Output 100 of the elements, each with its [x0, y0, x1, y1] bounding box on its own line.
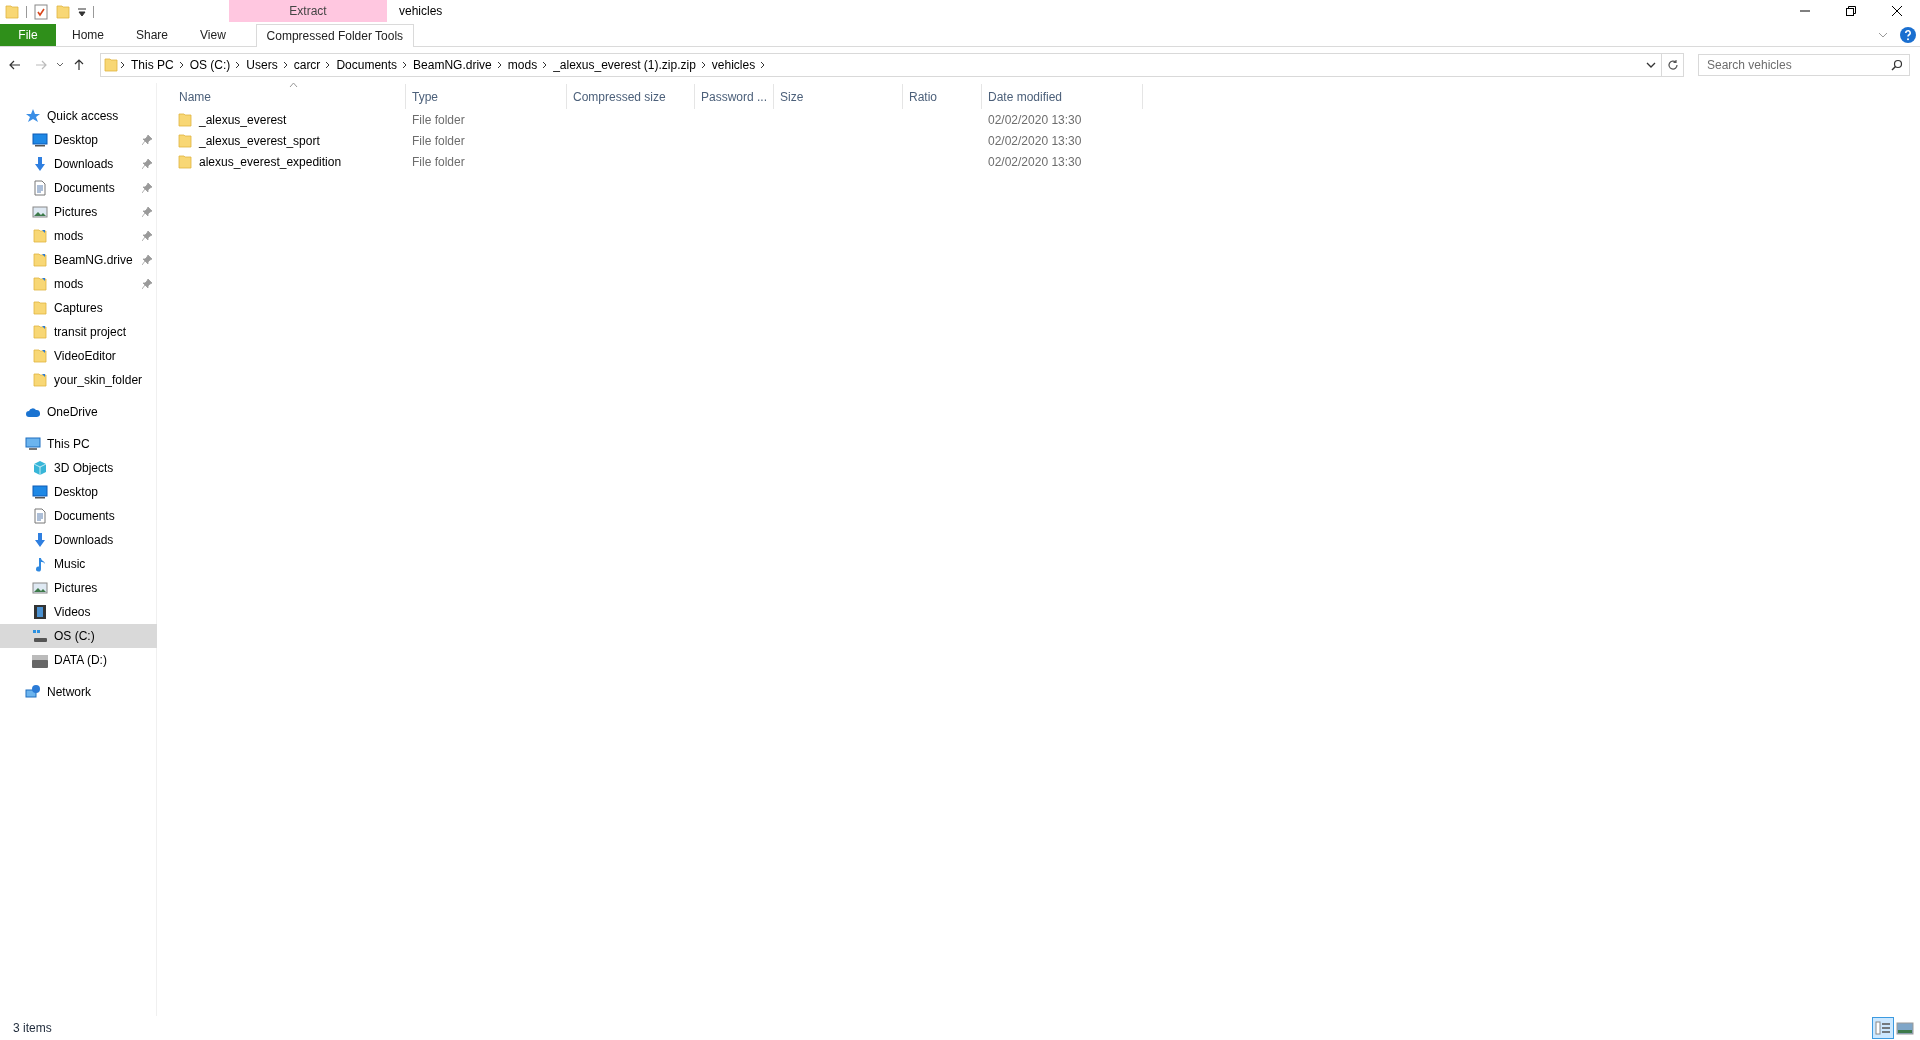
context-tab-label: Extract: [229, 0, 387, 22]
nav-item[interactable]: Network: [0, 680, 157, 704]
breadcrumb[interactable]: mods: [503, 58, 542, 72]
folder-icon: [177, 132, 193, 149]
table-cell-text: 02/02/2020 13:30: [987, 154, 1083, 169]
nav-item[interactable]: Pictures: [0, 200, 157, 224]
pin-icon: [142, 207, 152, 217]
nav-item[interactable]: VideoEditor: [0, 344, 157, 368]
chevron-down-icon[interactable]: [56, 61, 64, 69]
column-header[interactable]: Size: [774, 84, 903, 109]
file-name[interactable]: _alexus_everest: [199, 112, 287, 127]
pin-icon: [142, 135, 152, 145]
nav-item[interactable]: mods: [0, 224, 157, 248]
chevron-right-icon: [699, 61, 708, 69]
ribbon-tab[interactable]: File: [0, 24, 56, 46]
column-header[interactable]: Type: [406, 84, 567, 109]
nav-item[interactable]: Desktop: [0, 480, 157, 504]
nav-item[interactable]: 3D Objects: [0, 456, 157, 480]
down-arrow-icon: [32, 156, 48, 172]
ribbon-tab[interactable]: Compressed Folder Tools: [255, 24, 414, 47]
file-name[interactable]: _alexus_everest_sport: [199, 133, 320, 148]
pin-icon: [142, 159, 152, 169]
column-header[interactable]: Name: [173, 84, 406, 109]
folder-icon: [32, 348, 48, 364]
drive-icon: [32, 628, 48, 644]
ribbon-tab[interactable]: Share: [120, 24, 185, 46]
chevron-right-icon: [495, 61, 504, 69]
nav-item[interactable]: This PC: [0, 432, 157, 456]
nav-item[interactable]: Downloads: [0, 152, 157, 176]
nav-item[interactable]: Quick access: [0, 104, 157, 128]
breadcrumb[interactable]: carcr: [289, 58, 325, 72]
forward-arrow-icon: [35, 59, 47, 71]
folder-icon: [4, 4, 20, 20]
folder-icon: [32, 300, 48, 316]
breadcrumb[interactable]: OS (C:): [185, 58, 235, 72]
folder-icon: [32, 324, 48, 340]
monitor-icon: [32, 484, 48, 500]
star-icon: [25, 108, 41, 124]
pin-icon: [142, 255, 152, 265]
column-header[interactable]: Ratio: [903, 84, 982, 109]
nav-item[interactable]: Documents: [0, 176, 157, 200]
folder-icon: [32, 252, 48, 268]
nav-item[interactable]: Desktop: [0, 128, 157, 152]
folder-icon: [32, 372, 48, 388]
breadcrumb[interactable]: BeamNG.drive: [409, 58, 496, 72]
film-icon: [32, 604, 48, 620]
breadcrumb[interactable]: This PC: [127, 58, 178, 72]
restore-icon: [1846, 6, 1856, 16]
item-count: 3 items: [13, 1021, 53, 1035]
nav-item[interactable]: Videos: [0, 600, 157, 624]
nav-item[interactable]: Captures: [0, 296, 157, 320]
search-field[interactable]: Search vehicles: [1698, 54, 1910, 76]
down-arrow-icon: [32, 532, 48, 548]
properties-icon[interactable]: [33, 4, 49, 20]
pin-icon: [142, 183, 152, 193]
column-header[interactable]: Password ...: [695, 84, 774, 109]
chevron-right-icon: [119, 61, 127, 69]
picture-icon: [32, 580, 48, 596]
breadcrumb[interactable]: Documents: [332, 58, 402, 72]
nav-item[interactable]: transit project: [0, 320, 157, 344]
nav-item[interactable]: DATA (D:): [0, 648, 157, 672]
breadcrumb[interactable]: vehicles: [707, 58, 760, 72]
nav-item[interactable]: Pictures: [0, 576, 157, 600]
window-title: vehicles: [398, 3, 444, 18]
search-icon: [1891, 59, 1903, 71]
nav-item[interactable]: Documents: [0, 504, 157, 528]
breadcrumb[interactable]: _alexus_everest (1).zip.zip: [549, 58, 700, 72]
document-icon: [32, 180, 48, 196]
nav-item[interactable]: Downloads: [0, 528, 157, 552]
refresh-icon: [1666, 59, 1679, 71]
nav-item[interactable]: your_skin_folder: [0, 368, 157, 392]
file-name[interactable]: alexus_everest_expedition: [199, 154, 342, 169]
address-bar[interactable]: This PC OS (C:) Users carcr Documents BeamNG.drive mods _alexus_everest (1).zip.zip vehicles: [100, 53, 1684, 77]
help-icon[interactable]: [1900, 27, 1916, 43]
computer-icon: [25, 436, 41, 452]
new-folder-icon: [55, 4, 71, 20]
folder-icon: [32, 228, 48, 244]
table-cell-text: 02/02/2020 13:30: [987, 112, 1083, 127]
table-cell-text: File folder: [411, 133, 466, 148]
picture-icon: [32, 204, 48, 220]
view-button[interactable]: [1872, 1017, 1894, 1039]
ribbon-tab[interactable]: Home: [56, 24, 120, 46]
ribbon-tab[interactable]: View: [184, 24, 242, 46]
chevron-right-icon: [177, 61, 186, 69]
nav-item[interactable]: OS (C:): [0, 624, 157, 648]
folder-icon: [32, 276, 48, 292]
up-arrow-icon: [73, 59, 85, 71]
nav-item[interactable]: BeamNG.drive: [0, 248, 157, 272]
close-icon: [1892, 6, 1902, 16]
table-cell-text: 02/02/2020 13:30: [987, 133, 1083, 148]
table-cell-text: File folder: [411, 154, 466, 169]
drive-icon: [32, 652, 48, 668]
column-header[interactable]: Compressed size: [567, 84, 695, 109]
breadcrumb[interactable]: Users: [242, 58, 282, 72]
chevron-down-icon[interactable]: [1646, 60, 1656, 70]
dropdown-icon[interactable]: [77, 7, 87, 17]
nav-item[interactable]: Music: [0, 552, 157, 576]
nav-item[interactable]: OneDrive: [0, 400, 157, 424]
column-header[interactable]: Date modified: [982, 84, 1143, 109]
nav-item[interactable]: mods: [0, 272, 157, 296]
